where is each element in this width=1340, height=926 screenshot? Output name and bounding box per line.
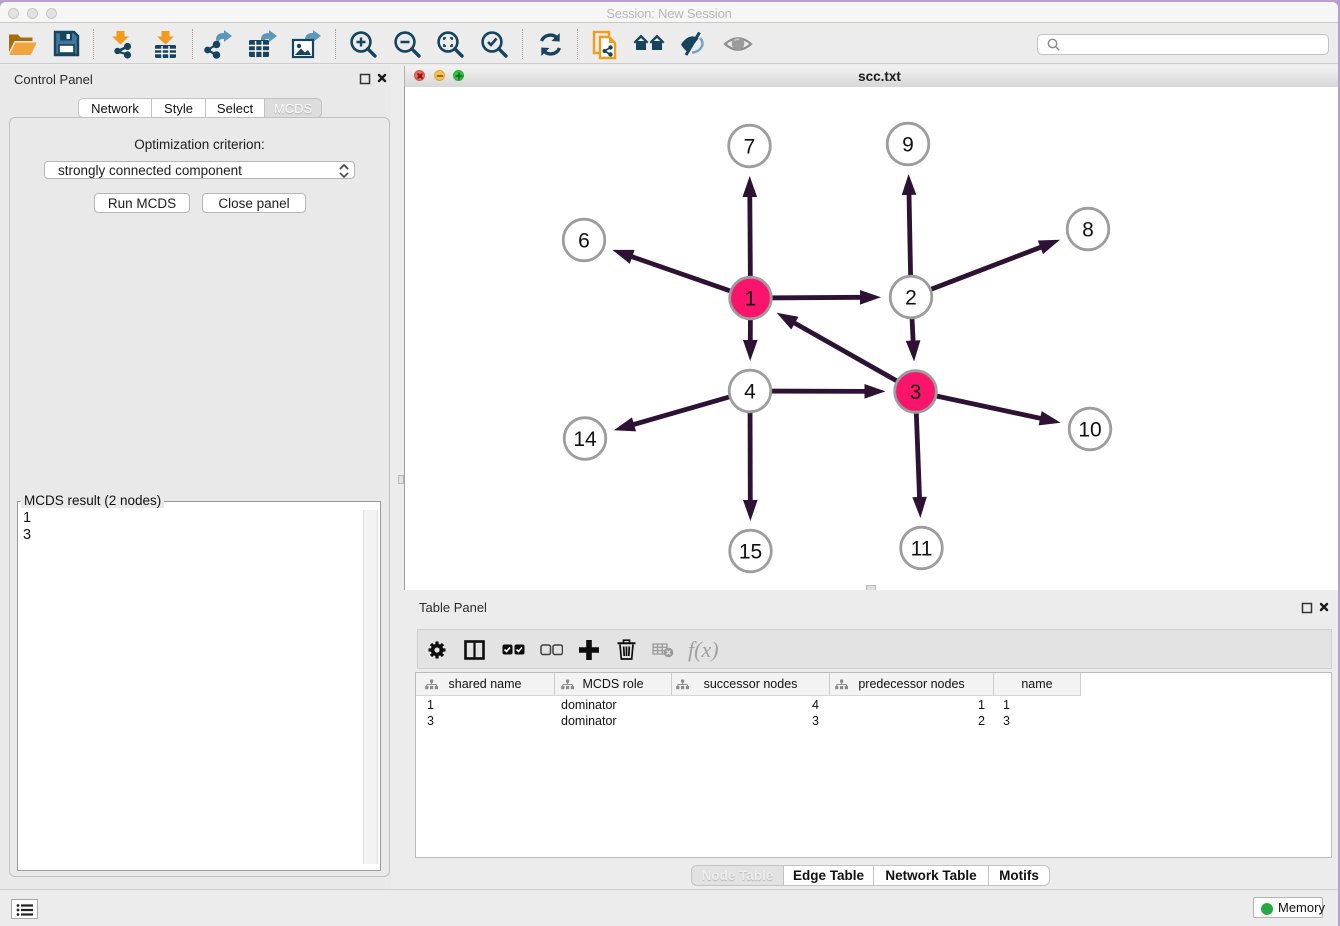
svg-text:4: 4 (744, 381, 756, 404)
svg-text:8: 8 (1082, 219, 1094, 242)
svg-text:15: 15 (739, 541, 762, 564)
svg-text:1: 1 (745, 288, 757, 311)
svg-text:3: 3 (910, 381, 922, 404)
svg-text:14: 14 (573, 428, 597, 451)
svg-text:6: 6 (578, 230, 590, 253)
svg-text:7: 7 (744, 136, 756, 159)
svg-text:2: 2 (905, 287, 917, 310)
svg-text:10: 10 (1078, 419, 1101, 442)
svg-text:11: 11 (911, 538, 933, 561)
svg-text:9: 9 (902, 134, 914, 157)
svg-text:f(x): f(x) (688, 637, 719, 662)
